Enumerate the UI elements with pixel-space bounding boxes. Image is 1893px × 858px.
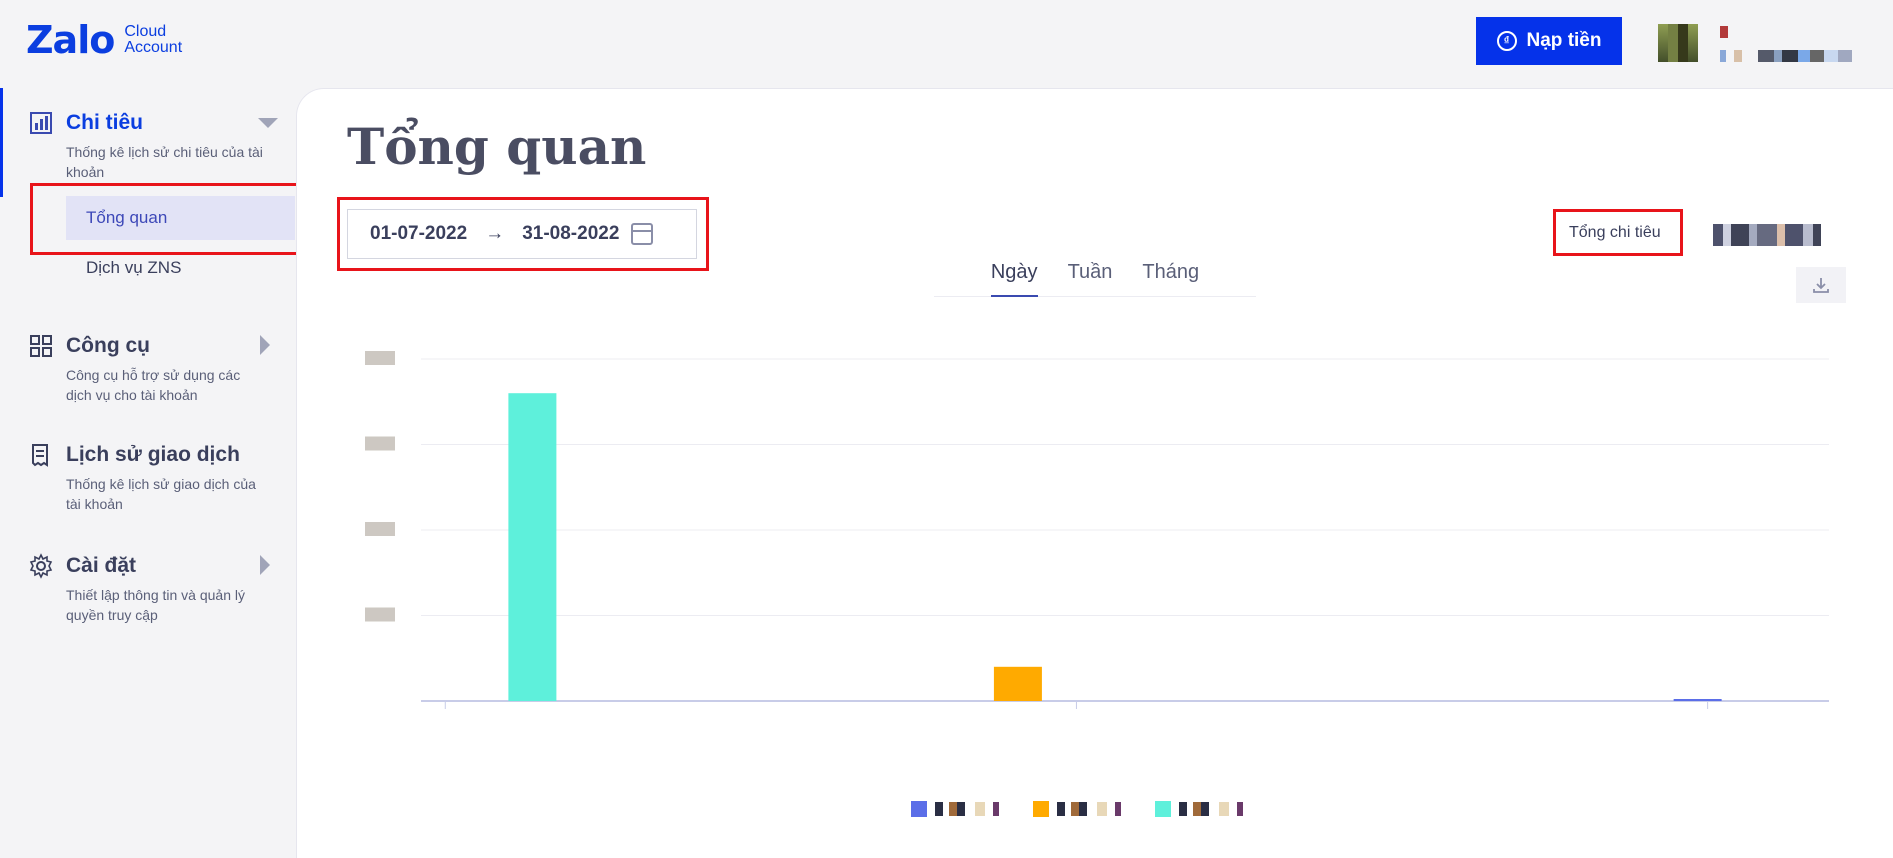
legend-swatch xyxy=(911,801,927,817)
sidebar-subitem-dich-vu-zns[interactable]: Dịch vụ ZNS xyxy=(66,246,295,290)
date-from[interactable]: 01-07-2022 xyxy=(370,223,467,245)
chart-bar[interactable] xyxy=(993,666,1042,701)
gear-icon xyxy=(28,553,54,579)
sidebar-item-desc: Thống kê lịch sử chi tiêu của tài khoản xyxy=(66,144,263,180)
chart-bar[interactable] xyxy=(1673,699,1722,701)
legend-label-redacted xyxy=(935,802,1007,816)
sidebar-item-label: Lịch sử giao dịch xyxy=(66,443,240,466)
sidebar-group-lich-su-giao-dich[interactable]: Lịch sử giao dịch Thống kê lịch sử giao … xyxy=(28,442,278,514)
date-to[interactable]: 31-08-2022 xyxy=(522,223,619,245)
total-spending-label: Tổng chi tiêu xyxy=(1569,224,1661,241)
chart-legend xyxy=(911,801,1251,817)
avatar[interactable] xyxy=(1658,24,1698,62)
sidebar-group-chi-tieu[interactable]: Chi tiêu Thống kê lịch sử chi tiêu của t… xyxy=(28,110,278,182)
sidebar-group-head[interactable]: Lịch sử giao dịch xyxy=(28,442,278,468)
y-tick-label-redacted xyxy=(365,351,395,365)
sidebar-subitem-tong-quan[interactable]: Tổng quan xyxy=(66,196,295,240)
legend-label-redacted xyxy=(1179,802,1251,816)
active-indicator xyxy=(0,88,3,197)
tab-tuan[interactable]: Tuần xyxy=(1068,255,1113,297)
spending-bar-chart xyxy=(365,351,1829,709)
period-tabs: Ngày Tuần Tháng xyxy=(934,255,1256,297)
legend-item-series-1[interactable] xyxy=(911,801,1007,817)
sidebar-item-desc: Công cụ hỗ trợ sử dụng các dịch vụ cho t… xyxy=(66,367,241,403)
sidebar-item-label: Chi tiêu xyxy=(66,111,143,134)
legend-item-series-2[interactable] xyxy=(1033,801,1129,817)
top-header: Zalo Cloud Account ₫ Nạp tiền xyxy=(0,0,1893,88)
legend-swatch xyxy=(1033,801,1049,817)
grid-apps-icon xyxy=(28,333,54,359)
page-title: Tổng quan xyxy=(347,117,647,176)
sidebar-item-desc: Thống kê lịch sử giao dịch của tài khoản xyxy=(66,476,256,512)
date-range-picker[interactable]: 01-07-2022 → 31-08-2022 xyxy=(347,209,697,259)
legend-item-series-3[interactable] xyxy=(1155,801,1251,817)
logo-wordmark: Zalo xyxy=(26,18,115,62)
receipt-icon xyxy=(28,442,54,468)
main-panel: Tổng quan 01-07-2022 → 31-08-2022 Tổng c… xyxy=(296,88,1893,858)
sidebar: Chi tiêu Thống kê lịch sử chi tiêu của t… xyxy=(0,88,296,858)
zalo-cloud-account-logo[interactable]: Zalo Cloud Account xyxy=(26,18,182,62)
sidebar-item-label: Công cụ xyxy=(66,334,150,357)
sidebar-group-head[interactable]: Chi tiêu xyxy=(28,110,278,136)
tab-thang[interactable]: Tháng xyxy=(1142,255,1199,297)
download-button[interactable] xyxy=(1796,267,1846,303)
y-tick-label-redacted xyxy=(365,436,395,451)
topup-label: Nạp tiền xyxy=(1526,30,1602,51)
logo-subtitle: Cloud Account xyxy=(124,23,183,56)
sidebar-item-desc: Thiết lập thông tin và quản lý quyền tru… xyxy=(66,587,246,623)
total-spending-value-redacted xyxy=(1693,224,1829,246)
chevron-down-icon[interactable] xyxy=(258,118,278,128)
sidebar-group-cai-dat[interactable]: Cài đặt Thiết lập thông tin và quản lý q… xyxy=(28,553,278,625)
chevron-right-icon[interactable] xyxy=(260,555,270,575)
account-name-redacted[interactable] xyxy=(1720,26,1852,66)
legend-label-redacted xyxy=(1057,802,1129,816)
calendar-icon[interactable] xyxy=(631,223,654,245)
sidebar-group-cong-cu[interactable]: Công cụ Công cụ hỗ trợ sử dụng các dịch … xyxy=(28,333,278,405)
y-tick-label-redacted xyxy=(365,522,395,536)
sidebar-group-head[interactable]: Cài đặt xyxy=(28,553,278,579)
sidebar-item-label: Cài đặt xyxy=(66,554,137,577)
tab-ngay[interactable]: Ngày xyxy=(990,255,1038,297)
arrow-right-icon: → xyxy=(485,223,505,244)
topup-button[interactable]: ₫ Nạp tiền xyxy=(1476,17,1622,65)
chart-report-icon xyxy=(28,110,54,136)
dong-coin-icon: ₫ xyxy=(1496,31,1517,51)
sidebar-group-head[interactable]: Công cụ xyxy=(28,333,278,359)
y-tick-label-redacted xyxy=(365,607,395,622)
chart-bar[interactable] xyxy=(508,393,557,701)
legend-swatch xyxy=(1155,801,1171,817)
download-icon xyxy=(1813,278,1829,293)
chevron-right-icon[interactable] xyxy=(260,335,270,355)
